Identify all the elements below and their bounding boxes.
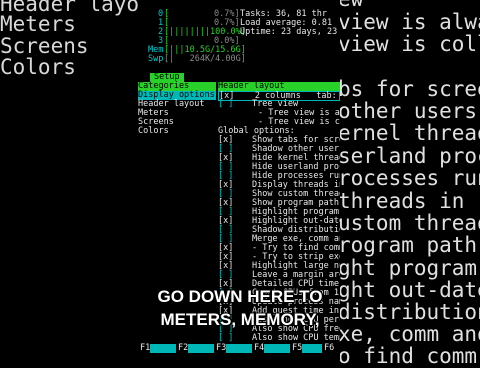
bg-right-9: rocesses runn (338, 167, 480, 190)
bg-right-7: ernel threads (338, 122, 480, 145)
bg-left-word-4: Colors (0, 55, 76, 79)
bg-right-11: ustom thread (338, 212, 480, 235)
swp-value: [| 264K/4.00G] (164, 54, 246, 64)
category-colors[interactable]: Colors (138, 127, 169, 136)
fkey-f3-label: F3 (216, 343, 227, 353)
options-header: Header layout (218, 82, 340, 91)
bg-right-3: view is coll (338, 33, 480, 56)
fkey-f5-label: F5 (292, 343, 303, 353)
option-checkbox[interactable]: [ ] (218, 100, 233, 109)
caption-line-1: GO DOWN HERE TO (157, 287, 323, 306)
fkey-f4-label: F4 (254, 343, 265, 353)
bg-right-6: other users' (338, 100, 480, 123)
fkey-f2-label: F2 (178, 343, 189, 353)
bg-right-1: ew (338, 0, 480, 11)
uptime-meter: Uptime: 23 days, 23 (240, 27, 338, 37)
fkey-f1-button[interactable] (150, 344, 176, 353)
swp-label: Swp (148, 54, 164, 64)
fkey-f2-button[interactable] (188, 344, 214, 353)
bg-left-word-3: Screens (0, 34, 89, 58)
option-label[interactable]: Also show CPU tempe (252, 334, 340, 343)
fkey-f6-label: F6 (324, 343, 335, 353)
fkey-f1-label: F1 (140, 343, 151, 353)
bg-right-10: threads in (338, 190, 465, 213)
bg-right-2: view is alwa (338, 11, 480, 34)
fkey-f4-button[interactable] (264, 344, 290, 353)
fkey-f3-button[interactable] (226, 344, 252, 353)
bg-right-5: bs for scree (338, 78, 480, 101)
bg-right-17: o find comm (338, 345, 478, 368)
caption-line-2: METERS, MEMORY, (160, 310, 320, 329)
bg-left-word-2: Meters (0, 12, 76, 36)
fkey-f5-button[interactable] (302, 344, 322, 353)
option-checkbox[interactable]: [ ] (218, 334, 233, 343)
bg-right-13: ght program " (338, 257, 480, 280)
bg-right-12: rogram path (338, 234, 478, 257)
bg-right-8: serland proce (338, 145, 480, 168)
